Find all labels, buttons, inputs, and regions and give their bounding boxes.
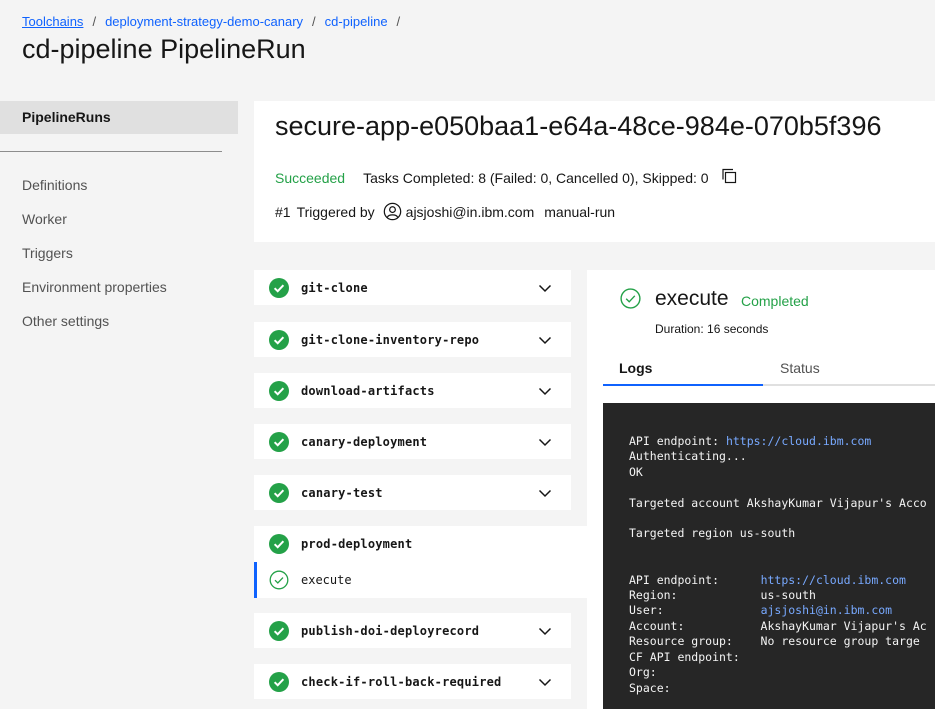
log-line: Org: bbox=[629, 665, 657, 680]
trigger-name: manual-run bbox=[544, 203, 616, 220]
task-label: canary-test bbox=[301, 485, 383, 500]
sidebar-divider bbox=[0, 151, 222, 152]
log-line: OK bbox=[629, 464, 643, 479]
task-label: download-artifacts bbox=[301, 383, 435, 398]
tasks-summary: Tasks Completed: 8 (Failed: 0, Cancelled… bbox=[363, 170, 709, 186]
task-git-clone-inventory-repo[interactable]: git-clone-inventory-repo bbox=[254, 322, 571, 357]
success-check-icon bbox=[269, 380, 289, 401]
task-canary-deployment[interactable]: canary-deployment bbox=[254, 424, 571, 459]
step-title: execute bbox=[655, 287, 729, 310]
log-line: CF API endpoint: bbox=[629, 649, 740, 664]
step-duration: Duration: 16 seconds bbox=[655, 322, 769, 336]
success-check-icon bbox=[269, 534, 289, 554]
step-status: Completed bbox=[741, 293, 809, 309]
chevron-down-icon[interactable] bbox=[538, 624, 552, 638]
run-status: Succeeded bbox=[275, 170, 346, 186]
sidebar: PipelineRuns Definitions Worker Triggers… bbox=[0, 101, 238, 329]
triggered-by-user: ajsjoshi@in.ibm.com bbox=[405, 203, 535, 220]
trigger-line: #1 Triggered by ajsjoshi@in.ibm.com manu… bbox=[275, 202, 615, 221]
log-line: API endpoint: bbox=[629, 572, 761, 587]
tab-status[interactable]: Status bbox=[763, 354, 935, 386]
log-link[interactable]: https://cloud.ibm.com bbox=[726, 434, 871, 448]
run-number: #1 bbox=[275, 203, 291, 220]
page-title: cd-pipeline PipelineRun bbox=[22, 34, 306, 64]
log-line: Space: bbox=[629, 680, 671, 695]
success-check-icon bbox=[269, 329, 289, 350]
chevron-down-icon[interactable] bbox=[538, 384, 552, 398]
task-label: git-clone bbox=[301, 280, 368, 295]
success-check-icon bbox=[269, 620, 289, 641]
sidebar-item-triggers[interactable]: Triggers bbox=[22, 245, 167, 279]
chevron-down-icon[interactable] bbox=[538, 333, 552, 347]
sidebar-item-pipelineruns[interactable]: PipelineRuns bbox=[0, 101, 238, 134]
log-line: Targeted account AkshayKumar Vijapur's A… bbox=[629, 495, 927, 510]
run-status-line: Succeeded Tasks Completed: 8 (Failed: 0,… bbox=[275, 168, 737, 186]
task-label: canary-deployment bbox=[301, 434, 428, 449]
sidebar-item-other-settings[interactable]: Other settings bbox=[22, 313, 167, 347]
breadcrumb-pipeline[interactable]: cd-pipeline bbox=[325, 14, 388, 29]
run-header: secure-app-e050baa1-e64a-48ce-984e-070b5… bbox=[254, 101, 935, 242]
triggered-by-label: Triggered by bbox=[296, 203, 375, 220]
log-line: Authenticating... bbox=[629, 449, 747, 464]
success-check-icon bbox=[269, 482, 289, 503]
task-check-if-roll-back-required[interactable]: check-if-roll-back-required bbox=[254, 664, 571, 699]
task-label: git-clone-inventory-repo bbox=[301, 332, 480, 347]
log-line: Account: AkshayKumar Vijapur's Ac bbox=[629, 618, 927, 633]
log-line: Targeted region us-south bbox=[629, 526, 796, 541]
task-label: check-if-roll-back-required bbox=[301, 674, 502, 689]
chevron-down-icon[interactable] bbox=[538, 435, 552, 449]
check-outline-icon bbox=[620, 288, 641, 309]
log-line: API endpoint: bbox=[629, 434, 726, 448]
task-download-artifacts[interactable]: download-artifacts bbox=[254, 373, 571, 408]
breadcrumb-toolchain[interactable]: deployment-strategy-demo-canary bbox=[105, 14, 303, 29]
success-check-icon bbox=[269, 431, 289, 452]
chevron-down-icon[interactable] bbox=[538, 486, 552, 500]
chevron-down-icon[interactable] bbox=[538, 281, 552, 295]
task-label: publish-doi-deployrecord bbox=[301, 623, 480, 638]
step-label: execute bbox=[301, 573, 352, 587]
task-git-clone[interactable]: git-clone bbox=[254, 270, 571, 305]
user-avatar-icon bbox=[383, 202, 401, 221]
log-link[interactable]: ajsjoshi@in.ibm.com bbox=[761, 603, 893, 617]
check-outline-icon bbox=[269, 570, 289, 590]
task-canary-test[interactable]: canary-test bbox=[254, 475, 571, 510]
breadcrumb-separator: / bbox=[396, 14, 401, 29]
chevron-down-icon[interactable] bbox=[538, 675, 552, 689]
run-id: secure-app-e050baa1-e64a-48ce-984e-070b5… bbox=[275, 111, 882, 141]
success-check-icon bbox=[269, 277, 289, 298]
step-execute[interactable]: execute bbox=[254, 562, 587, 598]
copy-icon[interactable] bbox=[721, 168, 737, 184]
task-label: prod-deployment bbox=[301, 537, 413, 551]
detail-tabs: Logs Status bbox=[603, 354, 935, 386]
log-link[interactable]: https://cloud.ibm.com bbox=[761, 573, 906, 587]
log-line: Region: us-south bbox=[629, 588, 816, 603]
sidebar-item-environment-properties[interactable]: Environment properties bbox=[22, 279, 167, 313]
step-detail-panel: execute Completed Duration: 16 seconds L… bbox=[587, 270, 935, 709]
success-check-icon bbox=[269, 671, 289, 692]
task-publish-doi-deployrecord[interactable]: publish-doi-deployrecord bbox=[254, 613, 571, 648]
task-prod-deployment-header[interactable]: prod-deployment bbox=[254, 526, 412, 562]
breadcrumb-toolchains[interactable]: Toolchains bbox=[22, 14, 83, 29]
breadcrumb-separator: / bbox=[312, 14, 316, 29]
log-line: User: bbox=[629, 603, 761, 618]
sidebar-item-definitions[interactable]: Definitions bbox=[22, 177, 167, 211]
sidebar-item-worker[interactable]: Worker bbox=[22, 211, 167, 245]
log-line: Resource group: No resource group targe bbox=[629, 634, 920, 649]
breadcrumb-separator: / bbox=[92, 14, 97, 29]
task-prod-deployment: prod-deployment execute bbox=[254, 526, 587, 598]
log-output[interactable]: API endpoint: https://cloud.ibm.com Auth… bbox=[603, 403, 935, 709]
breadcrumb: Toolchains / deployment-strategy-demo-ca… bbox=[22, 14, 409, 29]
tab-logs[interactable]: Logs bbox=[603, 354, 763, 386]
sidebar-list: Definitions Worker Triggers Environment … bbox=[22, 177, 167, 347]
